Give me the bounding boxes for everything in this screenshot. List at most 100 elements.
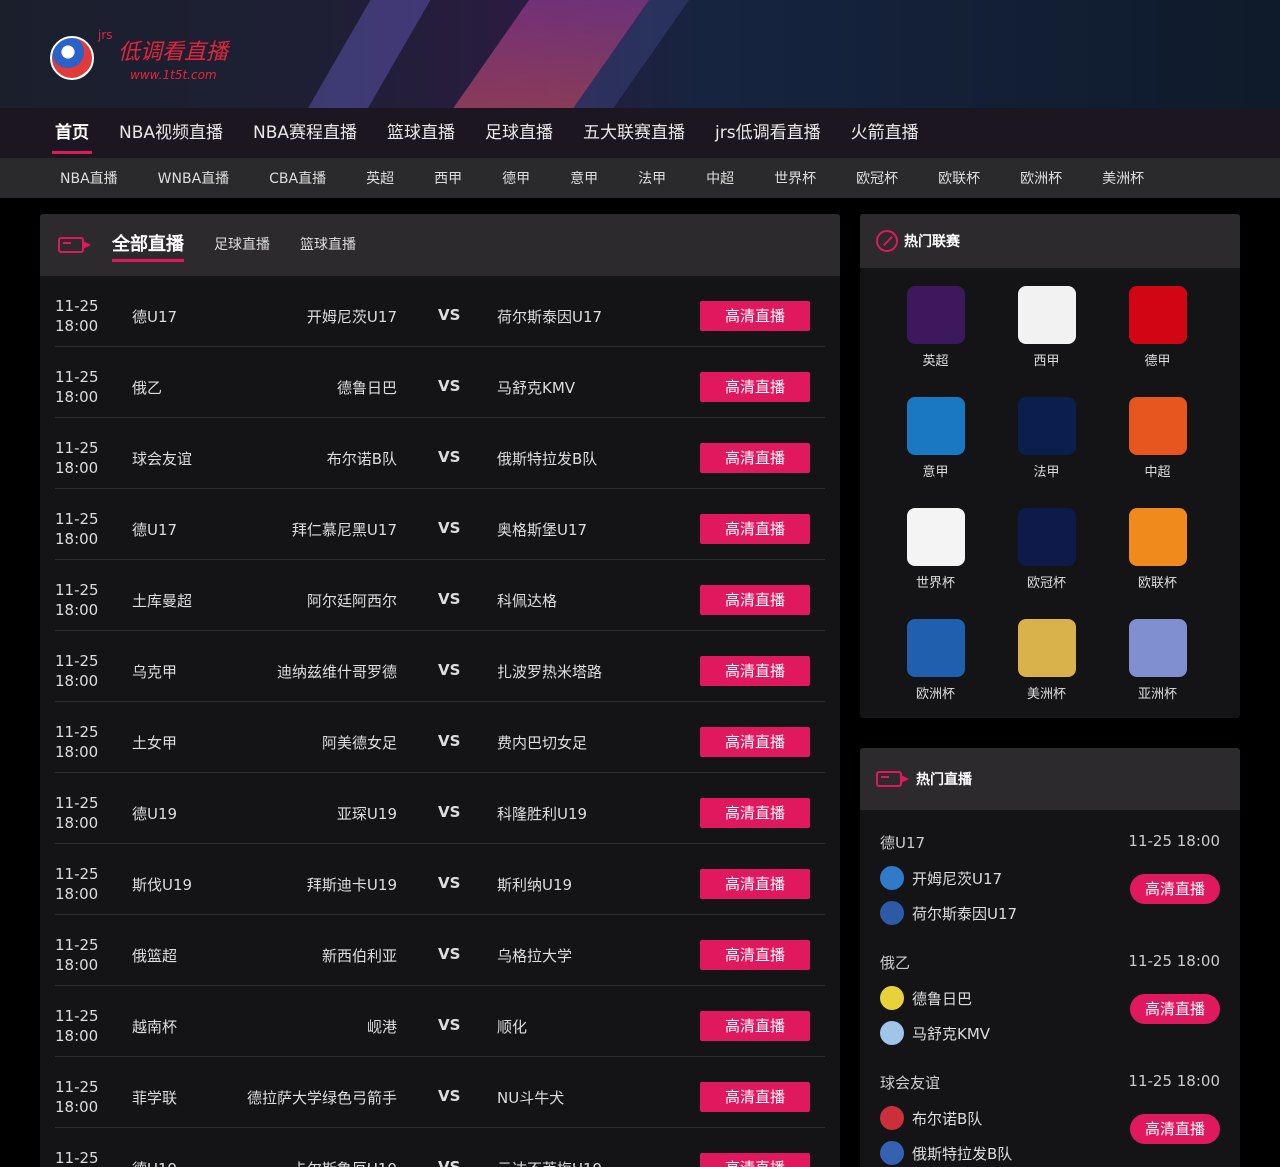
subnav-item[interactable]: CBA直播 <box>249 158 346 198</box>
subnav-item[interactable]: 欧冠杯 <box>836 158 918 198</box>
away-team[interactable]: 斯利纳U19 <box>497 874 572 895</box>
home-team[interactable]: 阿美德女足 <box>322 732 397 753</box>
nav-item[interactable]: 篮球直播 <box>372 108 470 158</box>
match-league[interactable]: 球会友谊 <box>132 448 192 469</box>
match-league[interactable]: 土女甲 <box>132 732 177 753</box>
home-team[interactable]: 德拉萨大学绿色弓箭手 <box>247 1087 397 1108</box>
subnav-item[interactable]: 世界杯 <box>754 158 836 198</box>
hd-live-button[interactable]: 高清直播 <box>700 514 810 544</box>
nav-item[interactable]: 火箭直播 <box>836 108 934 158</box>
home-team[interactable]: 卡尔斯鲁厄U19 <box>292 1158 397 1167</box>
away-team[interactable]: 科隆胜利U19 <box>497 803 587 824</box>
match-league[interactable]: 俄乙 <box>132 377 162 398</box>
subnav-item[interactable]: NBA直播 <box>40 158 138 198</box>
hot-away-team[interactable]: 荷尔斯泰因U17 <box>880 901 1017 925</box>
hd-live-button[interactable]: 高清直播 <box>700 1153 810 1167</box>
home-team[interactable]: 布尔诺B队 <box>327 448 397 469</box>
away-team[interactable]: 扎波罗热米塔路 <box>497 661 602 682</box>
home-team[interactable]: 岘港 <box>367 1016 397 1037</box>
away-team[interactable]: NU斗牛犬 <box>497 1087 564 1108</box>
nav-item[interactable]: 足球直播 <box>470 108 568 158</box>
hd-live-button[interactable]: 高清直播 <box>700 301 810 331</box>
hot-home-team[interactable]: 开姆尼茨U17 <box>880 866 1002 890</box>
league-item[interactable]: 亚洲杯 <box>1102 619 1213 718</box>
league-item[interactable]: 德甲 <box>1102 286 1213 397</box>
match-league[interactable]: 土库曼超 <box>132 590 192 611</box>
hot-home-team[interactable]: 布尔诺B队 <box>880 1106 982 1130</box>
match-league[interactable]: 德U17 <box>132 306 177 327</box>
subnav-item[interactable]: 意甲 <box>550 158 618 198</box>
home-team[interactable]: 拜斯迪卡U19 <box>307 874 397 895</box>
home-team[interactable]: 亚琛U19 <box>337 803 397 824</box>
match-league[interactable]: 俄篮超 <box>132 945 177 966</box>
match-league[interactable]: 斯伐U19 <box>132 874 192 895</box>
home-team[interactable]: 迪纳兹维什哥罗德 <box>277 661 397 682</box>
tab-all-live[interactable]: 全部直播 <box>112 214 184 276</box>
tab-basketball-live[interactable]: 篮球直播 <box>300 214 356 276</box>
away-team[interactable]: 顺化 <box>497 1016 527 1037</box>
away-team[interactable]: 俄斯特拉发B队 <box>497 448 597 469</box>
home-team[interactable]: 阿尔廷阿西尔 <box>307 590 397 611</box>
subnav-item[interactable]: 西甲 <box>414 158 482 198</box>
home-team[interactable]: 开姆尼茨U17 <box>307 306 397 327</box>
hd-live-button[interactable]: 高清直播 <box>700 1011 810 1041</box>
nav-item[interactable]: 五大联赛直播 <box>568 108 700 158</box>
away-team[interactable]: 云达不莱梅U19 <box>497 1158 602 1167</box>
nav-item[interactable]: NBA赛程直播 <box>238 108 372 158</box>
away-team[interactable]: 马舒克KMV <box>497 377 575 398</box>
league-item[interactable]: 中超 <box>1102 397 1213 508</box>
subnav-item[interactable]: 美洲杯 <box>1082 158 1164 198</box>
away-team[interactable]: 费内巴切女足 <box>497 732 587 753</box>
league-item[interactable]: 英超 <box>880 286 991 397</box>
subnav-item[interactable]: 德甲 <box>482 158 550 198</box>
hd-live-button[interactable]: 高清直播 <box>700 798 810 828</box>
hd-live-button[interactable]: 高清直播 <box>700 372 810 402</box>
match-league[interactable]: 越南杯 <box>132 1016 177 1037</box>
hd-live-button[interactable]: 高清直播 <box>700 940 810 970</box>
subnav-item[interactable]: 中超 <box>686 158 754 198</box>
league-item[interactable]: 法甲 <box>991 397 1102 508</box>
away-team[interactable]: 奥格斯堡U17 <box>497 519 587 540</box>
tab-football-live[interactable]: 足球直播 <box>214 214 270 276</box>
hd-live-button[interactable]: 高清直播 <box>1130 1114 1220 1144</box>
hd-live-button[interactable]: 高清直播 <box>700 727 810 757</box>
hd-live-button[interactable]: 高清直播 <box>700 585 810 615</box>
home-team[interactable]: 新西伯利亚 <box>322 945 397 966</box>
subnav-item[interactable]: 法甲 <box>618 158 686 198</box>
subnav-item[interactable]: 欧洲杯 <box>1000 158 1082 198</box>
match-league[interactable]: 乌克甲 <box>132 661 177 682</box>
match-league[interactable]: 德U19 <box>132 803 177 824</box>
hot-home-team[interactable]: 德鲁日巴 <box>880 986 972 1010</box>
hd-live-button[interactable]: 高清直播 <box>1130 874 1220 904</box>
league-item[interactable]: 欧洲杯 <box>880 619 991 718</box>
league-item[interactable]: 欧冠杯 <box>991 508 1102 619</box>
subnav-item[interactable]: 欧联杯 <box>918 158 1000 198</box>
away-team[interactable]: 科佩达格 <box>497 590 557 611</box>
match-time: 18:00 <box>55 672 99 690</box>
hd-live-button[interactable]: 高清直播 <box>700 869 810 899</box>
match-league[interactable]: 德U19 <box>132 1158 177 1167</box>
subnav-item[interactable]: 英超 <box>346 158 414 198</box>
hot-away-team[interactable]: 马舒克KMV <box>880 1021 990 1045</box>
hd-live-button[interactable]: 高清直播 <box>700 443 810 473</box>
match-league[interactable]: 菲学联 <box>132 1087 177 1108</box>
hd-live-button[interactable]: 高清直播 <box>1130 994 1220 1024</box>
away-team[interactable]: 荷尔斯泰因U17 <box>497 306 602 327</box>
nav-item[interactable]: NBA视频直播 <box>104 108 238 158</box>
nav-item[interactable]: 首页 <box>40 108 104 158</box>
match-league[interactable]: 德U17 <box>132 519 177 540</box>
site-logo[interactable]: jrs 低调看直播 www.1t5t.com <box>50 28 228 82</box>
league-item[interactable]: 欧联杯 <box>1102 508 1213 619</box>
subnav-item[interactable]: WNBA直播 <box>138 158 250 198</box>
hot-away-team[interactable]: 俄斯特拉发B队 <box>880 1141 1012 1165</box>
home-team[interactable]: 德鲁日巴 <box>337 377 397 398</box>
nav-item[interactable]: jrs低调看直播 <box>700 108 836 158</box>
home-team[interactable]: 拜仁慕尼黑U17 <box>292 519 397 540</box>
league-item[interactable]: 意甲 <box>880 397 991 508</box>
league-item[interactable]: 美洲杯 <box>991 619 1102 718</box>
away-team[interactable]: 乌格拉大学 <box>497 945 572 966</box>
hd-live-button[interactable]: 高清直播 <box>700 656 810 686</box>
hd-live-button[interactable]: 高清直播 <box>700 1082 810 1112</box>
league-item[interactable]: 世界杯 <box>880 508 991 619</box>
league-item[interactable]: 西甲 <box>991 286 1102 397</box>
